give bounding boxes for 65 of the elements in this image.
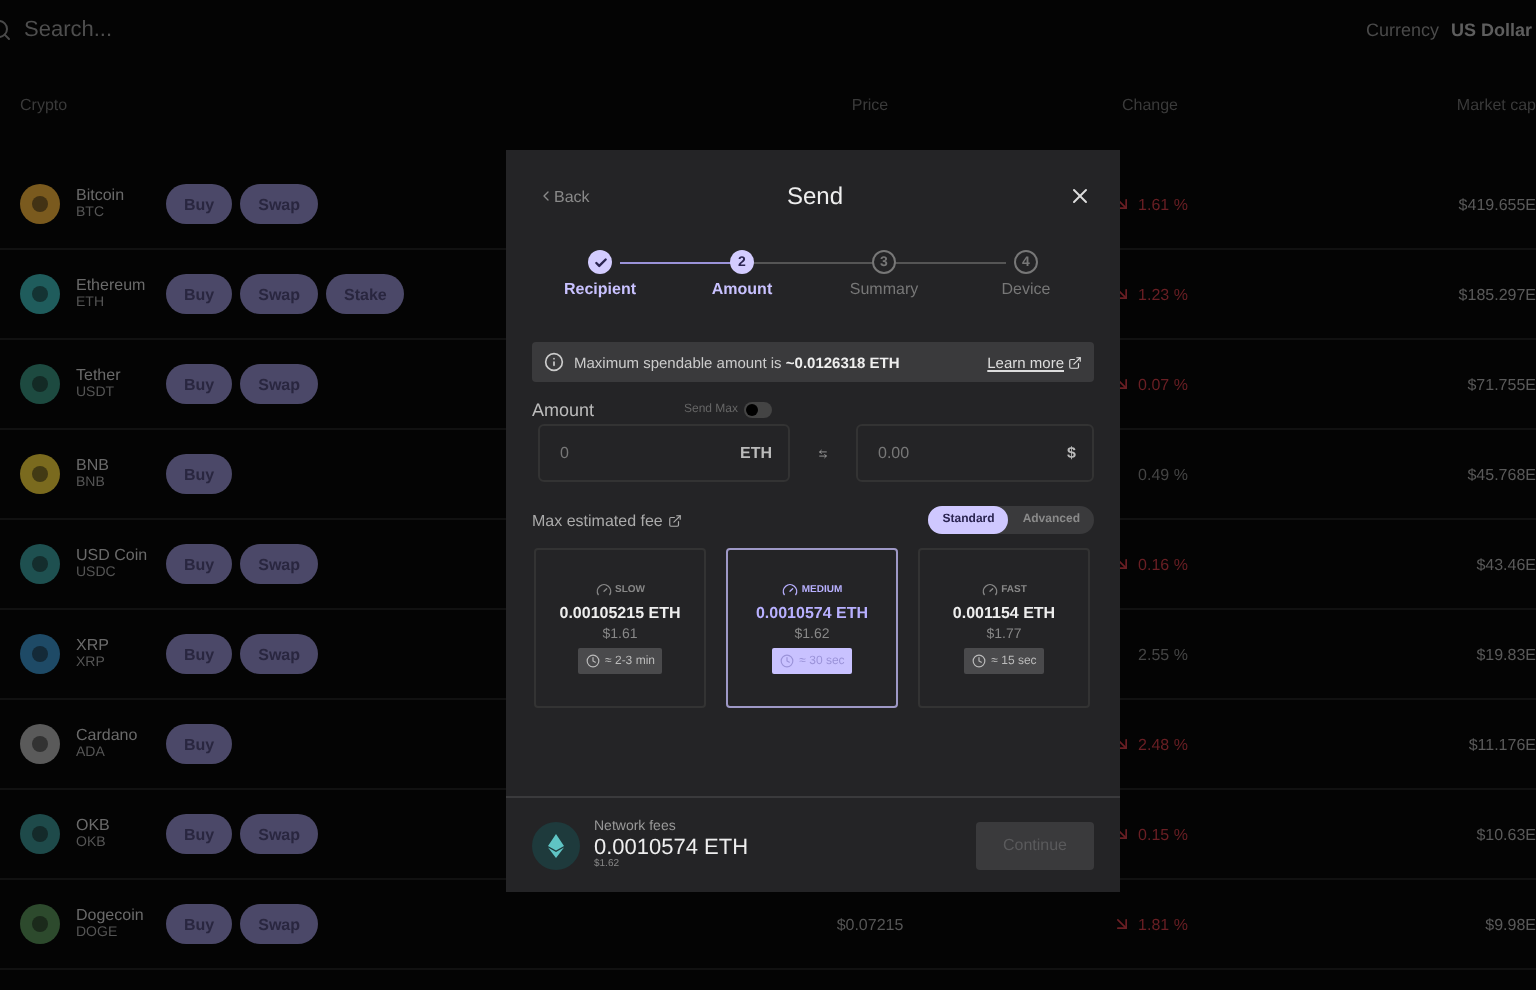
change-text: 0.16 % <box>1138 555 1188 573</box>
change-text: 0.49 % <box>1138 465 1188 483</box>
coin-name: USD Coin <box>76 547 150 566</box>
crypto-amount-input[interactable]: 0 <box>556 442 740 464</box>
market-cap-text: $9.98E <box>1483 915 1536 933</box>
change-text: 0.07 % <box>1138 375 1188 393</box>
send-max-toggle[interactable] <box>744 402 773 418</box>
search-field[interactable]: Search... <box>0 8 268 52</box>
change-text: 2.48 % <box>1138 735 1188 753</box>
fiat-amount-field[interactable]: 0.00 $ <box>856 424 1094 482</box>
coin-name: Cardano <box>76 727 140 746</box>
info-icon <box>544 352 564 372</box>
market-cap-text: $43.46E <box>1474 555 1536 573</box>
close-button[interactable] <box>1068 184 1092 208</box>
fee-label: Max estimated fee <box>532 511 663 529</box>
coin-name: Bitcoin <box>76 187 127 206</box>
close-icon <box>1068 184 1092 208</box>
unit-text: $ <box>1067 444 1076 462</box>
dialog-title: Send <box>786 182 844 210</box>
fee-amount: 0.001154 ETH <box>952 604 1056 622</box>
back-button[interactable]: Back <box>538 187 590 205</box>
currency-label: Currency <box>1365 20 1439 40</box>
gauge-icon <box>595 582 611 598</box>
chevron-left-icon <box>538 188 554 204</box>
fiat-amount-input[interactable]: 0.00 <box>874 442 1068 464</box>
coin-name: OKB <box>76 817 112 836</box>
amount-label: Amount <box>532 400 597 420</box>
clock-icon <box>971 654 986 668</box>
market-cap-text: $71.755E <box>1465 375 1536 393</box>
market-cap-text: $19.83E <box>1474 645 1536 663</box>
unit-text: ETH <box>740 444 772 462</box>
coin-name: BNB <box>76 457 111 476</box>
step-label: Amount <box>711 280 773 298</box>
step-label: Recipient <box>563 280 636 298</box>
market-cap-text: $10.63E <box>1474 825 1536 843</box>
coin-name: Dogecoin <box>76 907 146 926</box>
fee-amount: 0.0010574 ETH <box>755 604 869 622</box>
crypto-amount-field[interactable]: 0 ETH <box>538 424 790 482</box>
coin-name: Tether <box>76 367 123 386</box>
change-text: 2.55 % <box>1138 645 1188 663</box>
fee-amount: 0.00105215 ETH <box>559 604 681 622</box>
network-fee-amount: 0.0010574 ETH <box>594 835 751 860</box>
search-input[interactable]: Search... <box>20 16 240 44</box>
clock-icon <box>779 654 794 668</box>
change-text: 1.23 % <box>1138 285 1188 303</box>
market-cap-text: $45.768E <box>1465 465 1536 483</box>
step-label: Summary <box>849 280 919 298</box>
price-text: $0.07215 <box>834 915 906 933</box>
market-cap-text: $185.297E <box>1456 285 1536 303</box>
coin-name: XRP <box>76 637 111 656</box>
step-label: Device <box>1001 280 1051 298</box>
gauge-icon <box>781 582 798 598</box>
change-text: 0.15 % <box>1138 825 1188 843</box>
change-text: 1.81 % <box>1138 915 1188 933</box>
coin-name: Ethereum <box>76 277 148 296</box>
clock-icon <box>585 654 600 668</box>
market-cap-text: $11.176E <box>1466 735 1536 753</box>
external-link-icon[interactable] <box>668 513 683 527</box>
check-icon <box>593 255 607 269</box>
external-link-icon <box>1068 355 1082 369</box>
market-cap-text: $419.655E <box>1456 195 1536 213</box>
change-text: 1.61 % <box>1138 195 1188 213</box>
ethereum-icon <box>548 833 564 857</box>
gauge-icon <box>981 582 998 598</box>
currency-dropdown[interactable]: US Dollar <box>1450 20 1532 40</box>
